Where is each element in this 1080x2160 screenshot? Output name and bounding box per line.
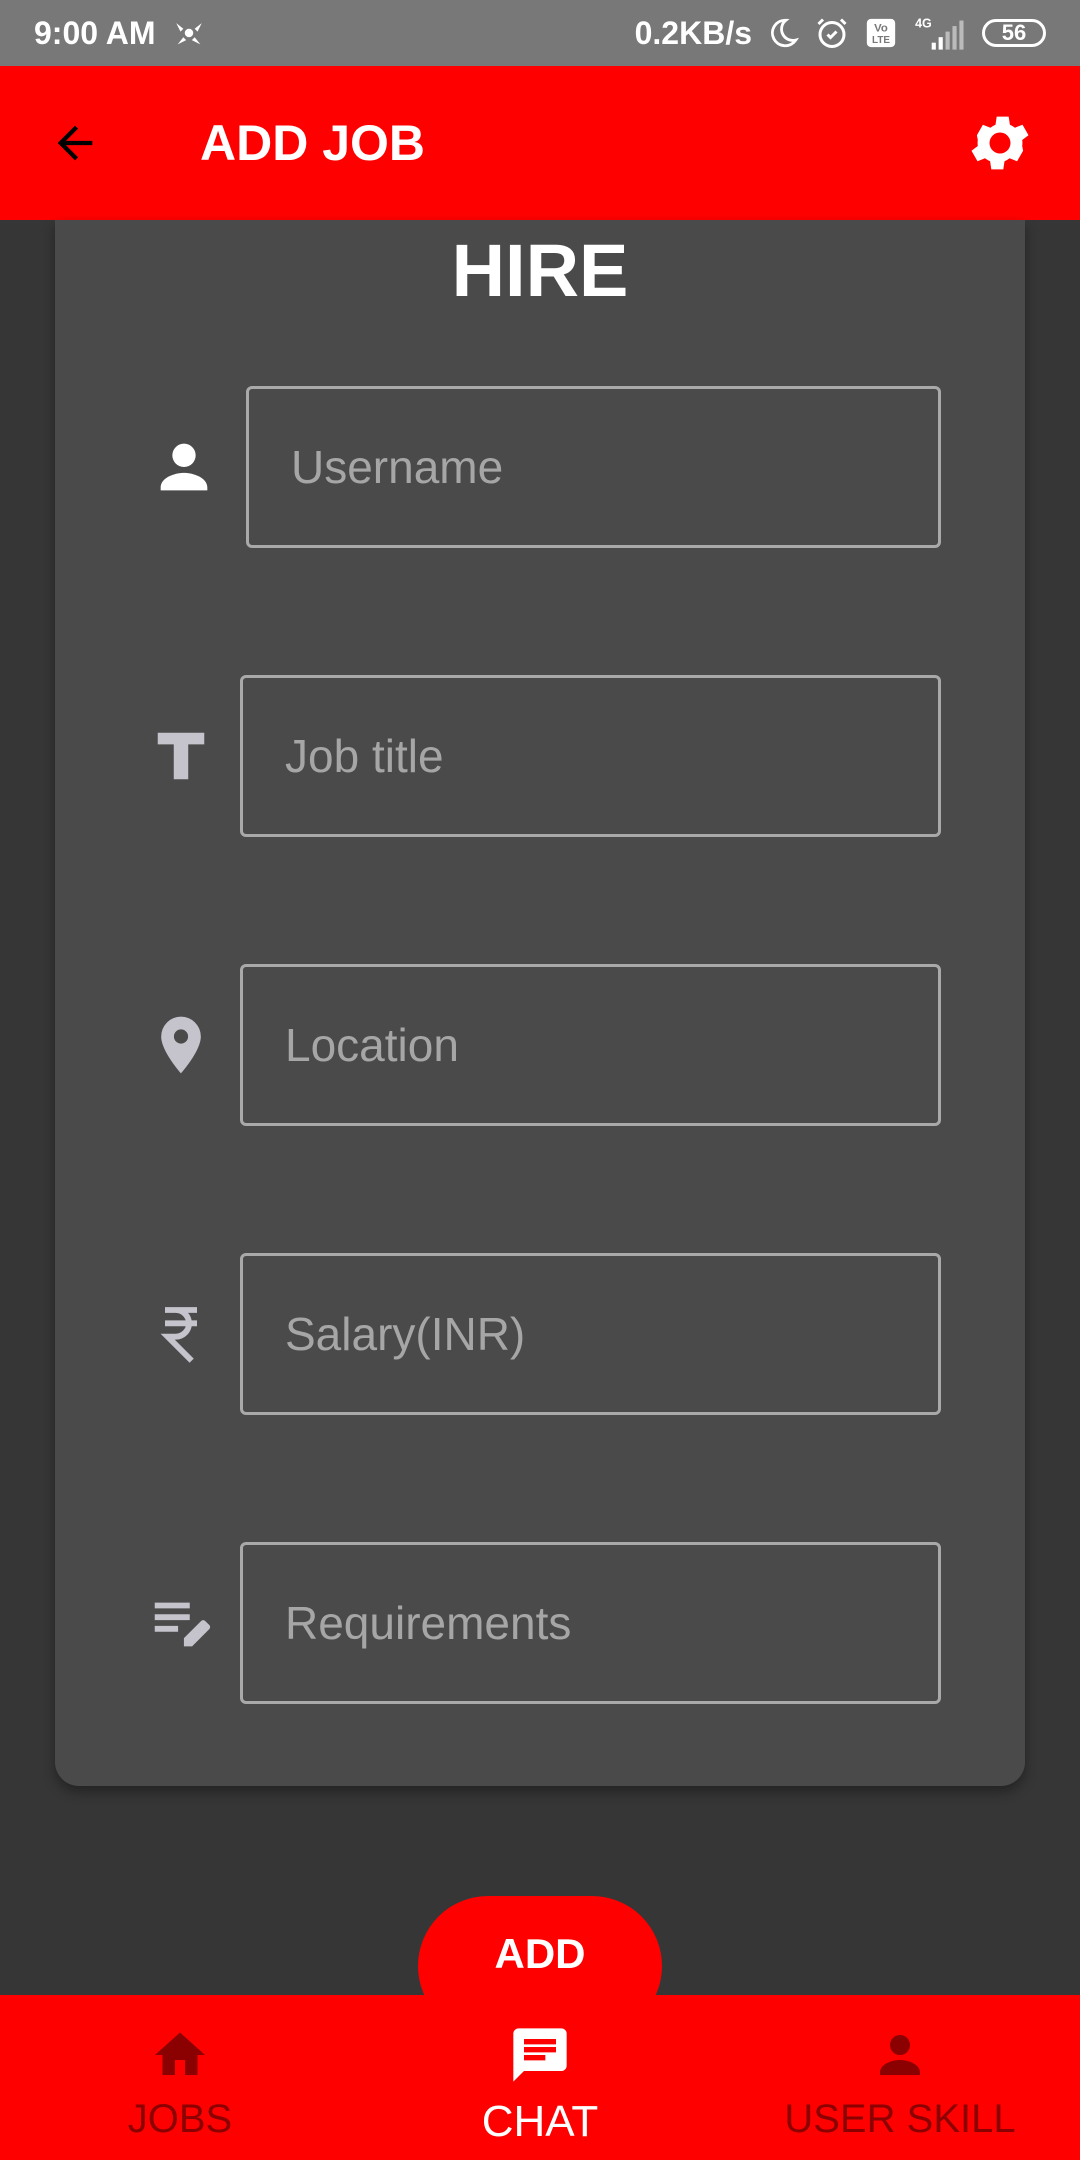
nav-label-user-skill: USER SKILL xyxy=(784,2097,1016,2141)
bottom-nav: JOBS CHAT USER SKILL xyxy=(0,1995,1080,2160)
page-title: ADD JOB xyxy=(200,115,426,171)
svg-text:Vo: Vo xyxy=(874,23,888,35)
arrow-back-icon xyxy=(57,125,93,161)
requirements-input[interactable] xyxy=(240,1542,941,1704)
form-card: HIRE xyxy=(55,220,1025,1786)
salary-row xyxy=(55,1253,1025,1415)
alarm-icon xyxy=(814,15,850,51)
nav-label-chat: CHAT xyxy=(481,2097,599,2146)
nav-item-jobs[interactable]: JOBS xyxy=(0,1995,360,2160)
nav-item-user-skill[interactable]: USER SKILL xyxy=(720,1995,1080,2160)
chat-icon xyxy=(508,2023,572,2087)
volte-icon: Vo LTE xyxy=(864,16,898,50)
moon-icon xyxy=(766,16,800,50)
person-icon xyxy=(870,2023,930,2087)
back-button[interactable] xyxy=(40,108,110,178)
salary-input[interactable] xyxy=(240,1253,941,1415)
job-title-row xyxy=(55,675,1025,837)
nav-label-jobs: JOBS xyxy=(127,2097,233,2141)
net-speed: 0.2KB/s xyxy=(634,14,752,51)
battery-icon: 56 xyxy=(982,19,1046,47)
app-bar: ADD JOB xyxy=(0,66,1080,220)
status-bar: 9:00 AM 0.2KB/s Vo LTE 4G 56 xyxy=(0,0,1080,66)
username-input[interactable] xyxy=(246,386,941,548)
job-title-input[interactable] xyxy=(240,675,941,837)
username-row xyxy=(55,386,1025,548)
edit-notes-icon xyxy=(141,1583,221,1663)
svg-text:LTE: LTE xyxy=(872,35,890,46)
rupee-icon xyxy=(141,1294,221,1374)
home-icon xyxy=(150,2023,210,2087)
app-notification-icon xyxy=(172,16,206,50)
location-input[interactable] xyxy=(240,964,941,1126)
status-time: 9:00 AM xyxy=(34,14,156,51)
gear-icon xyxy=(971,116,1029,170)
location-row xyxy=(55,964,1025,1126)
svg-text:4G: 4G xyxy=(915,16,932,30)
signal-icon: 4G xyxy=(912,15,968,51)
requirements-row xyxy=(55,1542,1025,1704)
nav-item-chat[interactable]: CHAT xyxy=(360,1995,720,2160)
text-icon xyxy=(141,716,221,796)
location-pin-icon xyxy=(141,1005,221,1085)
person-icon xyxy=(144,427,224,507)
form-heading: HIRE xyxy=(451,229,629,312)
settings-button[interactable] xyxy=(960,103,1040,183)
